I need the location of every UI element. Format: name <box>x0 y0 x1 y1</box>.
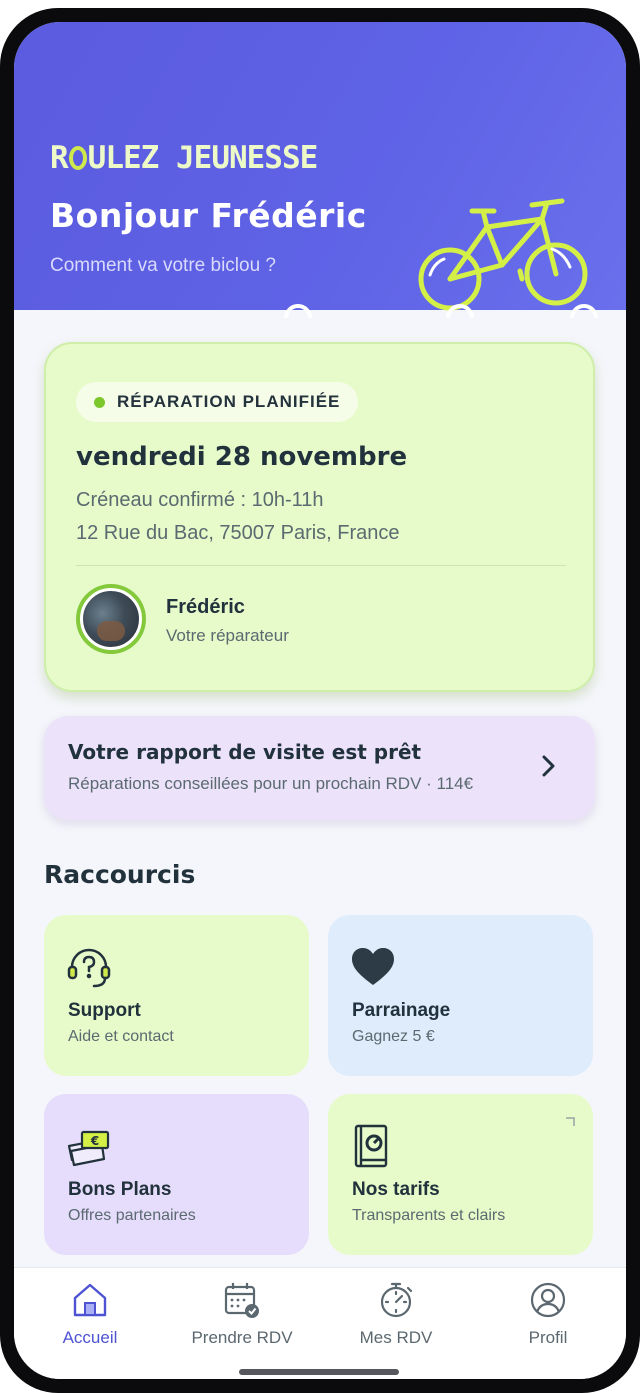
phone-frame: R ULEZ JEUNESSE Bonjour Frédéric Comment … <box>0 8 640 1393</box>
appointment-date: vendredi 28 novembre <box>76 442 408 472</box>
bottom-tab-bar: Accueil Prendre RDV Mes RDV Profil <box>14 1267 626 1379</box>
shortcut-parrainage[interactable]: Parrainage Gagnez 5 € <box>328 915 593 1076</box>
shortcut-nos-tarifs[interactable]: Nos tarifs Transparents et clairs <box>328 1094 593 1255</box>
shortcut-title: Support <box>68 1000 141 1021</box>
heart-icon <box>352 948 394 985</box>
tab-prendre-rdv[interactable]: Prendre RDV <box>182 1280 302 1350</box>
repairer-role: Votre réparateur <box>166 626 289 645</box>
tab-label: Profil <box>528 1328 568 1347</box>
brand-rest: ULEZ JEUNESSE <box>87 140 319 176</box>
brand-logo: R ULEZ JEUNESSE <box>50 140 319 176</box>
brand-first-letter: R <box>50 140 69 176</box>
shortcuts-title: Raccourcis <box>44 860 196 889</box>
repairer-avatar <box>76 584 146 654</box>
tab-label: Prendre RDV <box>191 1328 293 1347</box>
status-badge: RÉPARATION PLANIFIÉE <box>76 382 359 422</box>
shortcut-subtitle: Aide et contact <box>68 1028 174 1045</box>
tab-label: Mes RDV <box>359 1328 433 1347</box>
status-dot <box>94 396 105 408</box>
tab-accueil[interactable]: Accueil <box>30 1280 150 1350</box>
home-icon <box>73 1283 107 1317</box>
shortcut-subtitle: Transparents et clairs <box>352 1207 506 1224</box>
calendar-icon <box>224 1283 259 1318</box>
card-divider <box>76 565 566 566</box>
shortcut-title: Nos tarifs <box>352 1179 440 1200</box>
shortcut-subtitle: Gagnez 5 € <box>352 1028 435 1045</box>
chevron-right-icon <box>542 755 555 777</box>
svg-text:€: € <box>90 1134 99 1148</box>
appointment-address: 12 Rue du Bac, 75007 Paris, France <box>76 522 400 544</box>
app-screen: R ULEZ JEUNESSE Bonjour Frédéric Comment … <box>14 22 626 1379</box>
status-label: RÉPARATION PLANIFIÉE <box>117 392 341 411</box>
repairer-name: Frédéric <box>166 596 245 618</box>
shortcut-bons-plans[interactable]: € Bons Plans Offres partenaires <box>44 1094 309 1255</box>
greeting-subtitle: Comment va votre biclou ? <box>50 255 276 276</box>
cash-icon: € <box>67 1130 110 1167</box>
appointment-card[interactable]: RÉPARATION PLANIFIÉE vendredi 28 novembr… <box>44 342 595 692</box>
home-indicator[interactable] <box>239 1369 399 1375</box>
user-icon <box>530 1282 566 1318</box>
report-subtitle: Réparations conseillées pour un prochain… <box>68 774 474 793</box>
report-title: Votre rapport de visite est prêt <box>68 740 422 764</box>
tab-mes-rdv[interactable]: Mes RDV <box>336 1280 456 1350</box>
brand-o-ring <box>68 146 87 170</box>
headset-icon <box>67 948 111 988</box>
stopwatch-icon <box>380 1282 413 1318</box>
shortcut-title: Parrainage <box>352 1000 451 1021</box>
shortcut-support[interactable]: Support Aide et contact <box>44 915 309 1076</box>
hero-header: R ULEZ JEUNESSE Bonjour Frédéric Comment … <box>14 22 626 318</box>
shortcut-title: Bons Plans <box>68 1179 172 1200</box>
avatar-photo <box>80 588 142 650</box>
book-icon <box>354 1124 388 1168</box>
corner-mark-icon <box>566 1117 575 1126</box>
tab-label: Accueil <box>62 1328 118 1347</box>
wheel-bumps-decoration <box>284 304 598 318</box>
greeting-title: Bonjour Frédéric <box>50 196 367 235</box>
shortcut-subtitle: Offres partenaires <box>68 1207 196 1224</box>
appointment-slot: Créneau confirmé : 10h-11h <box>76 489 324 511</box>
tab-profil[interactable]: Profil <box>488 1280 608 1350</box>
visit-report-card[interactable]: Votre rapport de visite est prêt Réparat… <box>44 716 595 820</box>
